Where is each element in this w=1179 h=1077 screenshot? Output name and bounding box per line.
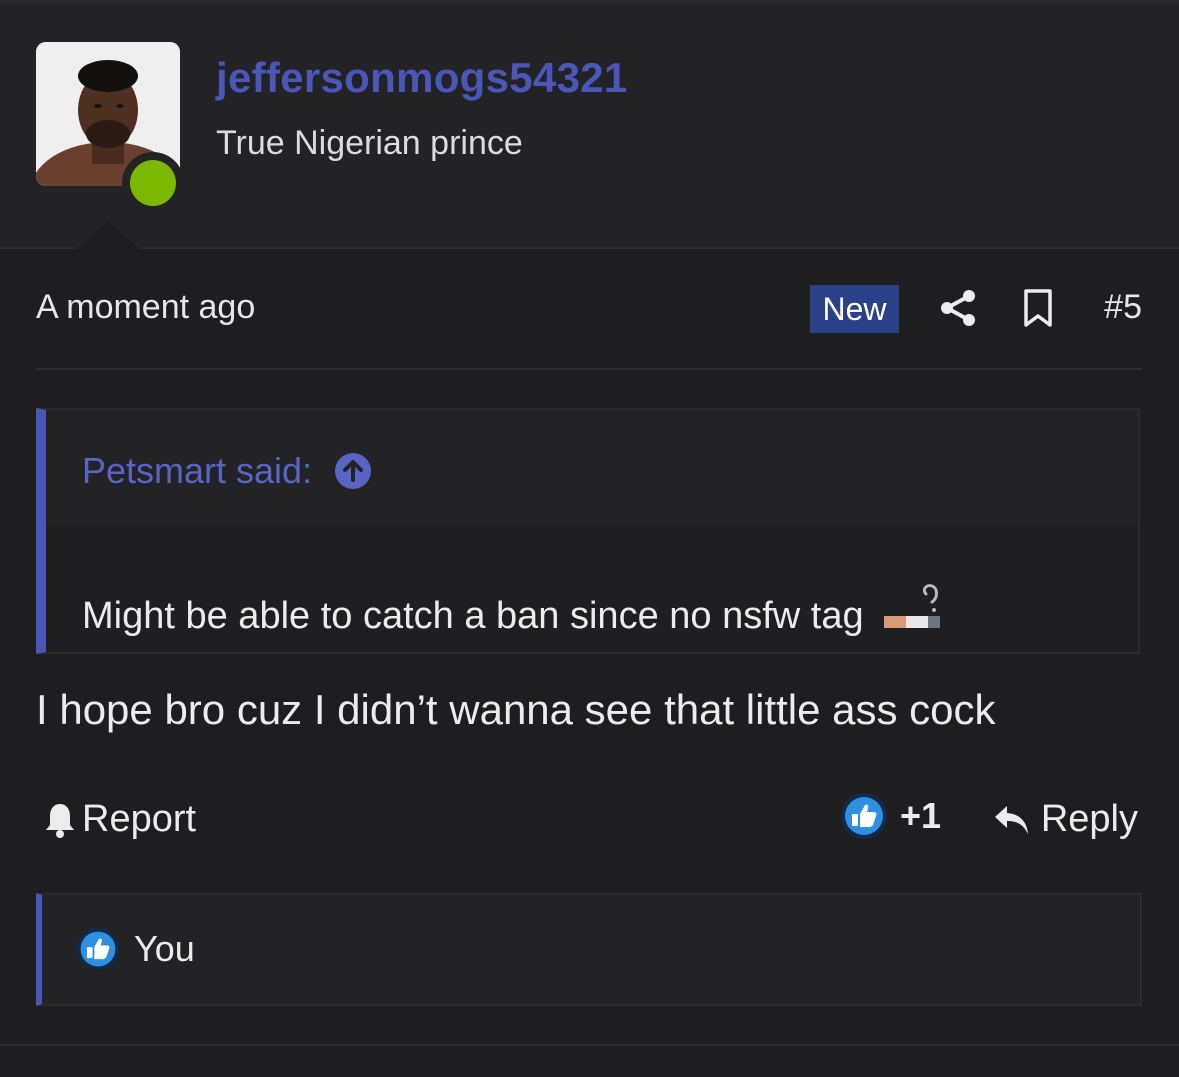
like-icon	[76, 927, 120, 971]
reply-arrow-icon	[994, 805, 1028, 834]
quote-author-link[interactable]: Petsmart said:	[82, 450, 372, 492]
cigarette-emoji	[884, 584, 941, 628]
quote-text-content: Might be able to catch a ban since no ns…	[82, 595, 864, 637]
post-author-header: jeffersonmogs54321 True Nigerian prince	[0, 4, 1179, 253]
quote-author-label: Petsmart said:	[82, 450, 313, 491]
reply-button[interactable]: Reply	[993, 798, 1138, 841]
report-button[interactable]: Report	[44, 798, 196, 841]
reactions-bar[interactable]: You	[36, 893, 1142, 1006]
reactor-name: You	[134, 928, 195, 969]
post-message: I hope bro cuz I didn’t wanna see that l…	[36, 686, 996, 733]
arrow-up-circle-icon[interactable]	[334, 452, 372, 490]
reactions-summary: You	[76, 927, 195, 971]
post-meta: A moment ago New #5	[36, 282, 1142, 338]
quote-header: Petsmart said:	[46, 410, 1138, 526]
reply-label: Reply	[1040, 798, 1138, 840]
bottom-border	[0, 1044, 1179, 1046]
quote-text: Might be able to catch a ban since no ns…	[82, 576, 944, 638]
post-timestamp[interactable]: A moment ago	[36, 288, 255, 327]
like-reaction-button[interactable]: +1	[840, 792, 941, 840]
post-actions: Report +1 Reply	[36, 790, 1142, 850]
online-status-indicator	[122, 152, 184, 214]
username-link[interactable]: jeffersonmogs54321	[216, 54, 628, 102]
quote-block: Petsmart said: Might be able to catch a …	[36, 408, 1140, 654]
divider	[36, 368, 1142, 370]
new-badge: New	[810, 285, 899, 333]
reaction-count: +1	[900, 795, 942, 836]
like-icon	[841, 793, 887, 839]
user-title: True Nigerian prince	[216, 124, 523, 162]
bell-icon	[46, 803, 74, 838]
bookmark-icon[interactable]	[1022, 288, 1054, 328]
share-icon[interactable]	[938, 288, 978, 328]
report-label: Report	[82, 798, 197, 840]
header-pointer	[72, 220, 144, 253]
post-number-link[interactable]: #5	[1104, 288, 1142, 327]
